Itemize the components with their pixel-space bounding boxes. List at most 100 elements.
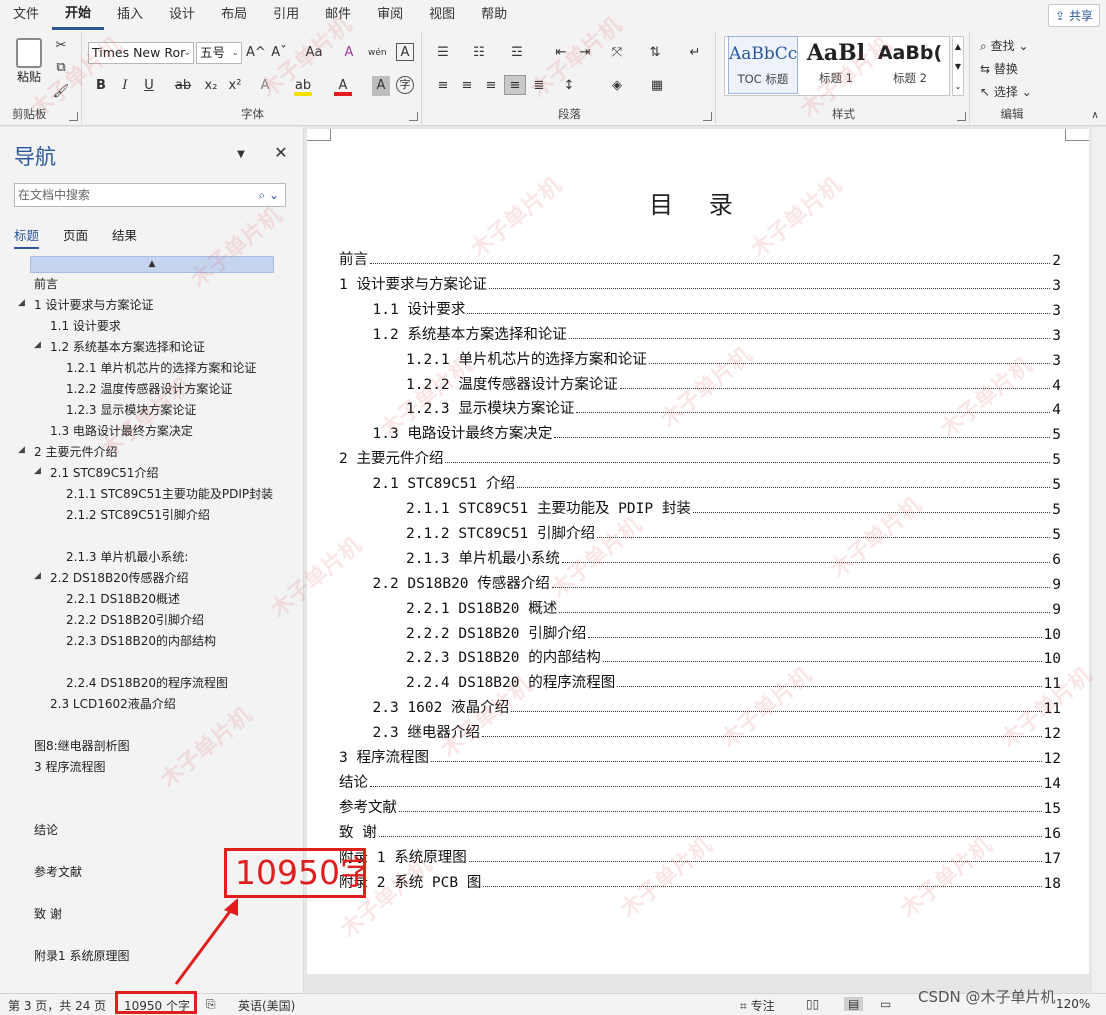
change-case-icon[interactable]: Aa <box>300 43 328 63</box>
toc-entry[interactable]: 2.2.1 DS18B20 概述 9 <box>406 596 1061 618</box>
styles-launcher-icon[interactable] <box>957 112 966 121</box>
toc-entry[interactable]: 1.2.3 显示模块方案论证 4 <box>406 396 1061 418</box>
line-spacing-icon[interactable]: ↕ <box>560 76 578 96</box>
share-button[interactable]: ⇪ 共享 <box>1048 4 1100 27</box>
bullets-icon[interactable]: ☰ <box>434 43 452 63</box>
ribbon-tab[interactable]: 布局 <box>208 0 260 30</box>
nav-tab[interactable]: 标题 <box>14 225 40 249</box>
copy-icon[interactable]: ⧉ <box>52 58 70 78</box>
font-name-combo[interactable]: Times New Ror ⌄ <box>88 42 194 64</box>
shading-icon[interactable]: ◈ <box>608 76 626 96</box>
align-left-icon[interactable]: ≡ <box>434 76 452 96</box>
grow-font-icon[interactable]: A^ <box>246 43 266 63</box>
subscript-icon[interactable]: x₂ <box>202 76 220 96</box>
nav-heading-item[interactable]: 2.1.2 STC89C51引脚介绍 <box>66 506 210 523</box>
nav-heading-item[interactable]: 前言 <box>34 275 58 292</box>
search-icon[interactable]: ⌕ ⌄ <box>258 184 279 206</box>
nav-tab[interactable]: 页面 <box>63 225 88 249</box>
strikethrough-icon[interactable]: ab <box>174 76 192 96</box>
collapse-triangle-icon[interactable]: ◢ <box>18 445 25 455</box>
ribbon-tab[interactable]: 引用 <box>260 0 312 30</box>
toc-entry[interactable]: 1 设计要求与方案论证 3 <box>339 272 1061 294</box>
nav-heading-item[interactable]: 1.2.2 温度传感器设计方案论证 <box>66 380 232 397</box>
highlight-icon[interactable]: ab <box>294 76 312 96</box>
toc-entry[interactable]: 前言 2 <box>339 247 1061 269</box>
italic-icon[interactable]: I <box>116 76 134 96</box>
font-color-icon[interactable]: A <box>334 76 352 96</box>
toc-entry[interactable]: 1.2.1 单片机芯片的选择方案和论证 3 <box>406 347 1061 369</box>
decrease-indent-icon[interactable]: ⇤ <box>552 43 570 63</box>
print-layout-icon[interactable]: ▤ <box>844 997 864 1011</box>
align-center-icon[interactable]: ≡ <box>458 76 476 96</box>
toc-entry[interactable]: 2.1.1 STC89C51 主要功能及 PDIP 封装 5 <box>406 496 1061 518</box>
ribbon-tab[interactable]: 视图 <box>416 0 468 30</box>
multilevel-list-icon[interactable]: ☲ <box>508 43 526 63</box>
nav-heading-item[interactable]: 2.2.4 DS18B20的程序流程图 <box>66 674 228 691</box>
toc-entry[interactable]: 2.1.2 STC89C51 引脚介绍 5 <box>406 521 1061 543</box>
toc-entry[interactable]: 1.2 系统基本方案选择和论证 3 <box>373 322 1062 344</box>
toc-entry[interactable]: 2.2.4 DS18B20 的程序流程图 11 <box>406 670 1061 692</box>
asian-layout-icon[interactable]: ⤧ <box>608 43 626 63</box>
increase-indent-icon[interactable]: ⇥ <box>576 43 594 63</box>
nav-heading-item[interactable]: 1.2.3 显示模块方案论证 <box>66 401 196 418</box>
font-size-combo[interactable]: 五号 ⌄ <box>196 42 242 64</box>
nav-heading-item[interactable]: 2 主要元件介绍 <box>34 443 117 460</box>
nav-heading-item[interactable]: 附录1 系统原理图 <box>34 947 129 964</box>
toc-entry[interactable]: 2.2.2 DS18B20 引脚介绍 10 <box>406 621 1061 643</box>
ribbon-tab[interactable]: 开始 <box>52 0 105 30</box>
ribbon-tab[interactable]: 帮助 <box>468 0 520 30</box>
nav-heading-item[interactable]: 1.2.1 单片机芯片的选择方案和论证 <box>66 359 256 376</box>
read-mode-icon[interactable]: ▯▯ <box>806 997 819 1011</box>
find-button[interactable]: ⌕ 查找 ⌄ <box>980 36 1050 56</box>
nav-heading-item[interactable]: 1 设计要求与方案论证 <box>34 296 153 313</box>
focus-button[interactable]: ⌗ 专注 <box>740 997 775 1014</box>
distributed-icon[interactable]: ≣ <box>530 76 548 96</box>
toc-entry[interactable]: 1.1 设计要求 3 <box>373 297 1062 319</box>
replace-button[interactable]: ⇆ 替换 <box>980 59 1050 79</box>
font-launcher-icon[interactable] <box>409 112 418 121</box>
toc-entry[interactable]: 附录 1 系统原理图 17 <box>339 845 1061 867</box>
collapse-triangle-icon[interactable]: ◢ <box>34 340 41 350</box>
proofing-icon[interactable]: ⎘ <box>206 997 216 1012</box>
collapse-triangle-icon[interactable]: ◢ <box>18 298 25 308</box>
zoom-level[interactable]: 120% <box>1056 997 1090 1011</box>
nav-heading-item[interactable]: 3 程序流程图 <box>34 758 105 775</box>
toc-entry[interactable]: 2.3 继电器介绍 12 <box>373 720 1062 742</box>
nav-heading-item[interactable]: 1.3 电路设计最终方案决定 <box>50 422 193 439</box>
toc-entry[interactable]: 2 主要元件介绍 5 <box>339 446 1061 468</box>
web-layout-icon[interactable]: ▭ <box>880 997 891 1011</box>
toc-entry[interactable]: 2.2.3 DS18B20 的内部结构 10 <box>406 645 1061 667</box>
toc-entry[interactable]: 2.1.3 单片机最小系统 6 <box>406 546 1061 568</box>
underline-icon[interactable]: U <box>140 76 158 96</box>
paragraph-launcher-icon[interactable] <box>703 112 712 121</box>
paste-button[interactable]: 粘贴 <box>12 38 46 85</box>
bold-icon[interactable]: B <box>92 76 110 96</box>
toc-entry[interactable]: 2.1 STC89C51 介绍 5 <box>373 471 1062 493</box>
character-border-icon[interactable]: A <box>396 43 414 61</box>
document-page[interactable]: 目 录 前言 2 1 设计要求与方案论证 3 1.1 设计要求 3 1.2 系统基本方案选择… <box>307 129 1089 974</box>
nav-heading-item[interactable]: 参考文献 <box>34 863 82 880</box>
styles-scroll[interactable]: ▲ ▼ ⌄ <box>952 36 964 96</box>
style-heading-2[interactable]: AaBb(标题 2 <box>874 36 946 94</box>
toc-entry[interactable]: 3 程序流程图 12 <box>339 745 1061 767</box>
toc-entry[interactable]: 结论 14 <box>339 770 1061 792</box>
clear-formatting-icon[interactable]: A <box>340 43 358 63</box>
nav-heading-item[interactable]: 2.1.1 STC89C51主要功能及PDIP封装 <box>66 485 273 502</box>
collapse-triangle-icon[interactable]: ◢ <box>34 571 41 581</box>
enclose-characters-icon[interactable]: 字 <box>396 76 414 94</box>
borders-icon[interactable]: ▦ <box>648 76 666 96</box>
pane-options-icon[interactable]: ▼ <box>232 145 250 165</box>
language-status[interactable]: 英语(美国) <box>238 997 295 1014</box>
nav-heading-item[interactable]: 2.2.3 DS18B20的内部结构 <box>66 632 216 649</box>
close-icon[interactable]: ✕ <box>272 143 290 163</box>
collapse-triangle-icon[interactable]: ◢ <box>34 466 41 476</box>
cut-icon[interactable]: ✂ <box>52 36 70 56</box>
format-painter-icon[interactable]: 🖌 <box>52 82 70 102</box>
ribbon-tab[interactable]: 文件 <box>0 0 52 30</box>
scroll-up-button[interactable]: ▲ <box>30 256 274 273</box>
toc-entry[interactable]: 附录 2 系统 PCB 图 18 <box>339 870 1061 892</box>
ribbon-tab[interactable]: 插入 <box>104 0 156 30</box>
toc-entry[interactable]: 1.2.2 温度传感器设计方案论证 4 <box>406 372 1061 394</box>
nav-heading-item[interactable]: 2.2.2 DS18B20引脚介绍 <box>66 611 204 628</box>
show-marks-icon[interactable]: ↵ <box>686 43 704 63</box>
